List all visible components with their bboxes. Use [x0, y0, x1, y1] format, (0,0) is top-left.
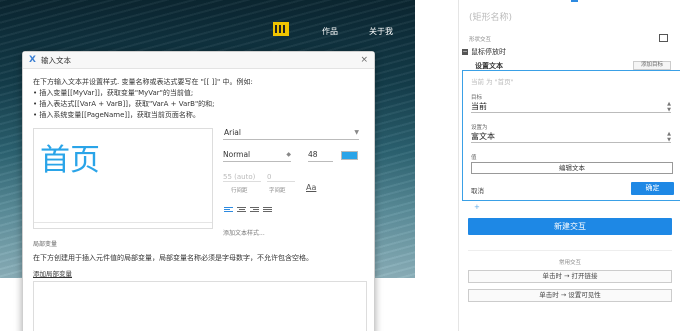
shape-interactions-label: 形状交互 [469, 37, 492, 43]
axure-logo-icon: X [29, 55, 36, 65]
instruction-line: 在下方输入文本并设置样式. 变量名称或表达式要写在 "[[ ]]" 中。例如: [33, 78, 253, 86]
align-justify-icon[interactable] [263, 207, 272, 213]
local-vars-heading: 局部变量 [33, 241, 58, 248]
font-color-swatch[interactable] [341, 151, 358, 160]
panel-top-indicator [571, 0, 578, 2]
text-input-dialog: X 输入文本 × 在下方输入文本并设置样式. 变量名称或表达式要写在 "[[ ]… [22, 51, 375, 331]
chevron-updown-icon: ▲ ▼ [667, 101, 671, 113]
letter-spacing-input[interactable]: 0 [267, 173, 295, 182]
common-interactions-label: 常用交互 [558, 260, 581, 266]
line-height-input[interactable]: 55 (auto) [223, 173, 261, 182]
horizontal-scrollbar[interactable] [34, 222, 212, 228]
text-case-icon[interactable]: Aa [306, 183, 316, 192]
set-to-value: 富文本 [471, 132, 495, 141]
align-right-icon[interactable] [250, 207, 259, 213]
chevron-updown-icon: ▲ ▼ [667, 131, 671, 143]
font-style-value: Normal [223, 150, 251, 159]
font-family-select[interactable]: Arial ▼ [223, 128, 359, 140]
add-local-var-link[interactable]: 添加局部变量 [33, 268, 72, 278]
cancel-button[interactable]: 取消 [471, 185, 484, 195]
instructions: 在下方输入文本并设置样式. 变量名称或表达式要写在 "[[ ]]" 中。例如: … [33, 77, 373, 121]
expand-icon[interactable] [659, 34, 668, 42]
target-select[interactable]: 当前 ▲ ▼ [471, 101, 671, 113]
instruction-line: • 插入系统变量[[PageName]]，获取当前页面名称。 [33, 111, 200, 119]
add-target-button[interactable]: 添加目标 [633, 61, 671, 70]
font-family-value: Arial [224, 128, 241, 137]
line-height-label: 行间距 [231, 188, 248, 194]
value-label: 值 [471, 155, 477, 161]
edit-text-button[interactable]: 编辑文本 [471, 162, 673, 174]
letter-spacing-label: 字间距 [269, 188, 286, 194]
instruction-line: • 插入表达式[[VarA + VarB]]，获取"VarA + VarB"的和… [33, 100, 215, 108]
target-label: 目标 [471, 95, 483, 101]
font-size-value: 48 [308, 150, 318, 159]
add-action-icon[interactable]: + [474, 203, 480, 211]
text-editor-area[interactable]: 首页 [33, 128, 213, 229]
common-click-set-visibility-button[interactable]: 单击时 → 设置可见性 [468, 289, 672, 302]
font-style-select[interactable]: Normal ◆ [223, 150, 291, 162]
dialog-title-bar: X 输入文本 × [23, 52, 374, 69]
local-vars-list [33, 281, 367, 331]
dialog-title: 输入文本 [40, 55, 71, 65]
hover-event-row[interactable]: − 鼠标停放时 [462, 47, 506, 57]
align-center-icon[interactable] [237, 207, 246, 213]
action-editor: 当前 为 "首页" 目标 当前 ▲ ▼ 设置为 富文本 ▲ ▼ 值 编辑文本 取消 … [462, 70, 680, 201]
font-size-input[interactable]: 48 [308, 150, 333, 162]
instruction-line: • 插入变量[[MyVar]]，获取变量"MyVar"的当前值; [33, 89, 194, 97]
shape-name-input[interactable]: (矩形名称) [469, 10, 512, 23]
hover-event-label: 鼠标停放时 [471, 48, 506, 56]
action-summary: 当前 为 "首页" [471, 78, 514, 86]
close-icon[interactable]: × [360, 55, 368, 65]
divider [468, 250, 672, 251]
local-vars-description: 在下方创建用于插入元件值的局部变量，局部变量名称必须是字母数字，不允许包含空格。 [33, 254, 313, 262]
interactions-panel: (矩形名称) 形状交互 − 鼠标停放时 设置文本 添加目标 当前 为 "首页" … [458, 0, 680, 331]
ok-button[interactable]: 确定 [631, 182, 674, 195]
preview-text: 首页 [40, 143, 100, 178]
nav-link-about[interactable]: 关于我 [369, 26, 393, 37]
common-click-open-link-button[interactable]: 单击时 → 打开链接 [468, 270, 672, 283]
chevron-down-icon: ▼ [354, 129, 359, 136]
collapse-icon[interactable]: − [462, 49, 468, 55]
set-to-select[interactable]: 富文本 ▲ ▼ [471, 131, 671, 143]
canvas-area: 作品 关于我 X 输入文本 × 在下方输入文本并设置样式. 变量名称或表达式要写… [0, 0, 415, 331]
chevron-updown-icon: ◆ [286, 151, 291, 158]
nav-link-works[interactable]: 作品 [322, 26, 338, 37]
pixel-logo-icon[interactable] [273, 22, 289, 36]
new-interaction-button[interactable]: 新建交互 [468, 218, 672, 235]
target-value: 当前 [471, 102, 487, 111]
set-to-label: 设置为 [471, 125, 488, 131]
align-left-icon[interactable] [224, 207, 233, 213]
add-text-style-link[interactable]: 添加文本样式... [223, 228, 265, 237]
